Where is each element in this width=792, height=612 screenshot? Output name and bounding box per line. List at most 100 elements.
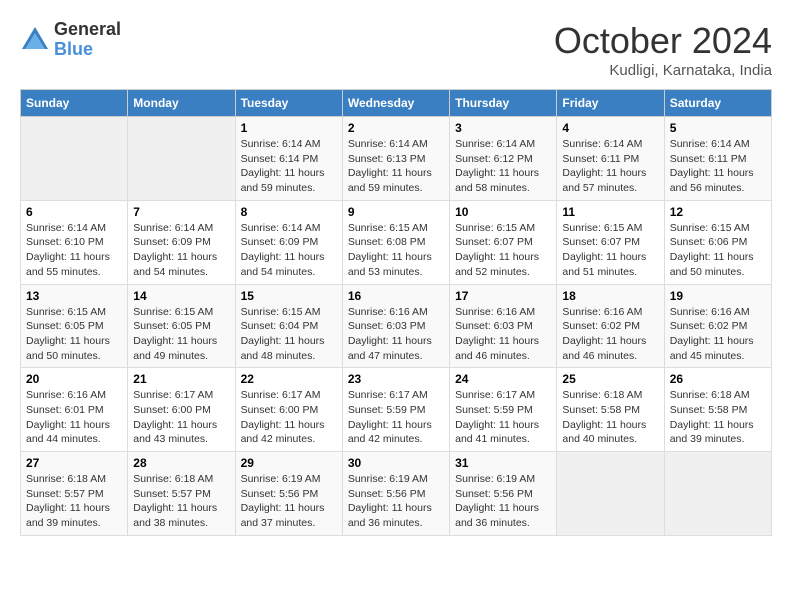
- day-info: Sunrise: 6:14 AM Sunset: 6:09 PM Dayligh…: [241, 221, 337, 280]
- calendar-cell: 24 Sunrise: 6:17 AM Sunset: 5:59 PM Dayli…: [450, 368, 557, 452]
- day-info: Sunrise: 6:19 AM Sunset: 5:56 PM Dayligh…: [455, 472, 551, 531]
- calendar-cell: 15 Sunrise: 6:15 AM Sunset: 6:04 PM Dayli…: [235, 284, 342, 368]
- day-info: Sunrise: 6:14 AM Sunset: 6:10 PM Dayligh…: [26, 221, 122, 280]
- day-info: Sunrise: 6:17 AM Sunset: 6:00 PM Dayligh…: [133, 388, 229, 447]
- calendar-cell: 22 Sunrise: 6:17 AM Sunset: 6:00 PM Dayli…: [235, 368, 342, 452]
- day-number: 10: [455, 205, 551, 219]
- day-number: 11: [562, 205, 658, 219]
- day-number: 5: [670, 121, 766, 135]
- day-number: 8: [241, 205, 337, 219]
- day-info: Sunrise: 6:19 AM Sunset: 5:56 PM Dayligh…: [241, 472, 337, 531]
- day-number: 15: [241, 289, 337, 303]
- day-number: 1: [241, 121, 337, 135]
- day-info: Sunrise: 6:14 AM Sunset: 6:14 PM Dayligh…: [241, 137, 337, 196]
- calendar-cell: 1 Sunrise: 6:14 AM Sunset: 6:14 PM Daylig…: [235, 117, 342, 201]
- calendar-cell: 25 Sunrise: 6:18 AM Sunset: 5:58 PM Dayli…: [557, 368, 664, 452]
- day-info: Sunrise: 6:14 AM Sunset: 6:13 PM Dayligh…: [348, 137, 444, 196]
- weekday-header: Tuesday: [235, 90, 342, 117]
- calendar-cell: 13 Sunrise: 6:15 AM Sunset: 6:05 PM Dayli…: [21, 284, 128, 368]
- day-info: Sunrise: 6:14 AM Sunset: 6:09 PM Dayligh…: [133, 221, 229, 280]
- calendar-cell: 18 Sunrise: 6:16 AM Sunset: 6:02 PM Dayli…: [557, 284, 664, 368]
- day-number: 19: [670, 289, 766, 303]
- day-info: Sunrise: 6:18 AM Sunset: 5:57 PM Dayligh…: [26, 472, 122, 531]
- logo-icon: [20, 25, 50, 55]
- logo-text: General Blue: [54, 20, 121, 60]
- day-number: 4: [562, 121, 658, 135]
- calendar-cell: 11 Sunrise: 6:15 AM Sunset: 6:07 PM Dayli…: [557, 200, 664, 284]
- day-number: 25: [562, 372, 658, 386]
- weekday-header: Wednesday: [342, 90, 449, 117]
- day-number: 29: [241, 456, 337, 470]
- day-number: 7: [133, 205, 229, 219]
- day-info: Sunrise: 6:18 AM Sunset: 5:57 PM Dayligh…: [133, 472, 229, 531]
- day-number: 17: [455, 289, 551, 303]
- day-info: Sunrise: 6:16 AM Sunset: 6:02 PM Dayligh…: [670, 305, 766, 364]
- calendar-cell: 19 Sunrise: 6:16 AM Sunset: 6:02 PM Dayli…: [664, 284, 771, 368]
- calendar-cell: 27 Sunrise: 6:18 AM Sunset: 5:57 PM Dayli…: [21, 452, 128, 536]
- calendar-cell: 26Sunrise: 6:18 AM Sunset: 5:58 PM Dayli…: [664, 368, 771, 452]
- calendar-week-row: 1 Sunrise: 6:14 AM Sunset: 6:14 PM Daylig…: [21, 117, 772, 201]
- day-info: Sunrise: 6:15 AM Sunset: 6:05 PM Dayligh…: [133, 305, 229, 364]
- calendar-cell: 2 Sunrise: 6:14 AM Sunset: 6:13 PM Daylig…: [342, 117, 449, 201]
- day-info: Sunrise: 6:17 AM Sunset: 6:00 PM Dayligh…: [241, 388, 337, 447]
- calendar-cell: 6 Sunrise: 6:14 AM Sunset: 6:10 PM Daylig…: [21, 200, 128, 284]
- calendar-cell: [557, 452, 664, 536]
- calendar-cell: 17Sunrise: 6:16 AM Sunset: 6:03 PM Dayli…: [450, 284, 557, 368]
- day-info: Sunrise: 6:14 AM Sunset: 6:12 PM Dayligh…: [455, 137, 551, 196]
- day-number: 6: [26, 205, 122, 219]
- weekday-header: Monday: [128, 90, 235, 117]
- calendar-cell: [21, 117, 128, 201]
- weekday-header: Sunday: [21, 90, 128, 117]
- calendar-week-row: 20Sunrise: 6:16 AM Sunset: 6:01 PM Dayli…: [21, 368, 772, 452]
- day-number: 20: [26, 372, 122, 386]
- day-number: 22: [241, 372, 337, 386]
- day-number: 14: [133, 289, 229, 303]
- weekday-header: Thursday: [450, 90, 557, 117]
- calendar-cell: 28 Sunrise: 6:18 AM Sunset: 5:57 PM Dayli…: [128, 452, 235, 536]
- page-header: General Blue October 2024 Kudligi, Karna…: [20, 20, 772, 79]
- day-number: 24: [455, 372, 551, 386]
- day-info: Sunrise: 6:15 AM Sunset: 6:05 PM Dayligh…: [26, 305, 122, 364]
- calendar-cell: 8 Sunrise: 6:14 AM Sunset: 6:09 PM Daylig…: [235, 200, 342, 284]
- title-block: October 2024 Kudligi, Karnataka, India: [554, 20, 772, 79]
- calendar-cell: 5 Sunrise: 6:14 AM Sunset: 6:11 PM Daylig…: [664, 117, 771, 201]
- calendar-week-row: 6 Sunrise: 6:14 AM Sunset: 6:10 PM Daylig…: [21, 200, 772, 284]
- day-info: Sunrise: 6:14 AM Sunset: 6:11 PM Dayligh…: [670, 137, 766, 196]
- day-info: Sunrise: 6:15 AM Sunset: 6:07 PM Dayligh…: [562, 221, 658, 280]
- month-title: October 2024: [554, 20, 772, 62]
- calendar-cell: [664, 452, 771, 536]
- calendar-cell: 23Sunrise: 6:17 AM Sunset: 5:59 PM Dayli…: [342, 368, 449, 452]
- calendar-week-row: 13 Sunrise: 6:15 AM Sunset: 6:05 PM Dayli…: [21, 284, 772, 368]
- calendar-cell: 4Sunrise: 6:14 AM Sunset: 6:11 PM Daylig…: [557, 117, 664, 201]
- weekday-header: Saturday: [664, 90, 771, 117]
- calendar-cell: [128, 117, 235, 201]
- day-number: 31: [455, 456, 551, 470]
- day-number: 18: [562, 289, 658, 303]
- calendar-week-row: 27 Sunrise: 6:18 AM Sunset: 5:57 PM Dayli…: [21, 452, 772, 536]
- logo-general: General: [54, 20, 121, 40]
- day-info: Sunrise: 6:15 AM Sunset: 6:04 PM Dayligh…: [241, 305, 337, 364]
- day-number: 13: [26, 289, 122, 303]
- calendar-cell: 10Sunrise: 6:15 AM Sunset: 6:07 PM Dayli…: [450, 200, 557, 284]
- calendar-cell: 16 Sunrise: 6:16 AM Sunset: 6:03 PM Dayli…: [342, 284, 449, 368]
- day-info: Sunrise: 6:16 AM Sunset: 6:02 PM Dayligh…: [562, 305, 658, 364]
- location: Kudligi, Karnataka, India: [554, 62, 772, 79]
- day-number: 2: [348, 121, 444, 135]
- logo-blue: Blue: [54, 40, 121, 60]
- day-info: Sunrise: 6:15 AM Sunset: 6:06 PM Dayligh…: [670, 221, 766, 280]
- day-info: Sunrise: 6:16 AM Sunset: 6:03 PM Dayligh…: [348, 305, 444, 364]
- calendar-cell: 14 Sunrise: 6:15 AM Sunset: 6:05 PM Dayli…: [128, 284, 235, 368]
- day-number: 28: [133, 456, 229, 470]
- day-number: 27: [26, 456, 122, 470]
- day-number: 21: [133, 372, 229, 386]
- calendar-cell: 29 Sunrise: 6:19 AM Sunset: 5:56 PM Dayli…: [235, 452, 342, 536]
- day-number: 16: [348, 289, 444, 303]
- day-info: Sunrise: 6:19 AM Sunset: 5:56 PM Dayligh…: [348, 472, 444, 531]
- calendar-cell: 3 Sunrise: 6:14 AM Sunset: 6:12 PM Daylig…: [450, 117, 557, 201]
- day-info: Sunrise: 6:18 AM Sunset: 5:58 PM Dayligh…: [562, 388, 658, 447]
- weekday-header: Friday: [557, 90, 664, 117]
- day-number: 3: [455, 121, 551, 135]
- day-info: Sunrise: 6:17 AM Sunset: 5:59 PM Dayligh…: [455, 388, 551, 447]
- calendar-cell: 31 Sunrise: 6:19 AM Sunset: 5:56 PM Dayli…: [450, 452, 557, 536]
- calendar-cell: 12Sunrise: 6:15 AM Sunset: 6:06 PM Dayli…: [664, 200, 771, 284]
